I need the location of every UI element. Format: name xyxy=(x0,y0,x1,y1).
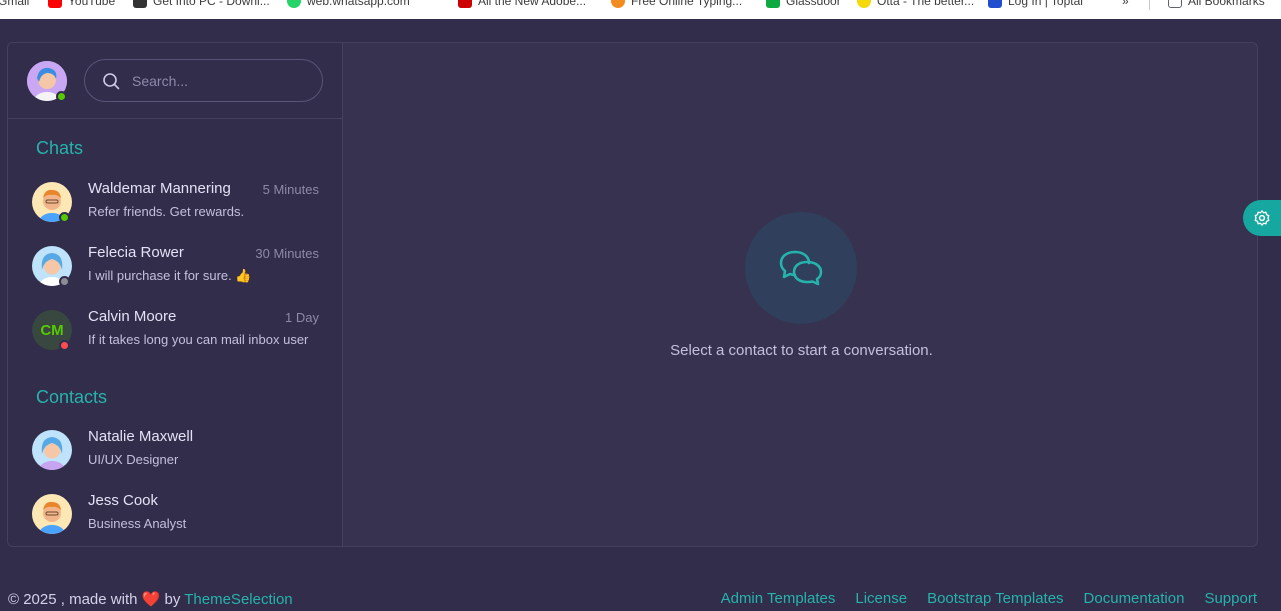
bookmark-getintopc[interactable]: Get Into PC - Downl... xyxy=(133,0,270,11)
chat-sidebar: Chats Waldemar Mannering 5 Minutes Refer… xyxy=(8,43,343,546)
bookmark-glassdoor[interactable]: Glassdoor xyxy=(766,0,841,11)
chat-time: 5 Minutes xyxy=(262,182,319,197)
user-status-dot xyxy=(56,91,67,102)
contact-name: Waldemar Mannering xyxy=(88,180,231,197)
whatsapp-icon xyxy=(287,0,301,8)
chat-item[interactable]: CM Calvin Moore 1 Day If it takes long y… xyxy=(8,302,342,358)
bookmark-typing[interactable]: Free Online Typing... xyxy=(611,0,742,11)
bookmark-label: Free Online Typing... xyxy=(631,0,743,8)
bookmark-label: Get Into PC - Downl... xyxy=(153,0,270,8)
glassdoor-icon xyxy=(766,0,780,8)
themeselection-link[interactable]: ThemeSelection xyxy=(184,591,292,608)
bookmark-label: Glassdoor xyxy=(786,0,841,8)
bookmark-gmail[interactable]: Gmail xyxy=(0,0,29,11)
bookmarks-bar: Gmail YouTube Get Into PC - Downl... web… xyxy=(0,0,1281,19)
bookmark-label: All Bookmarks xyxy=(1188,0,1265,8)
youtube-icon xyxy=(48,0,62,8)
footer-link-admin-templates[interactable]: Admin Templates xyxy=(721,590,836,607)
bookmark-label: Log In | Toptal xyxy=(1008,0,1083,8)
typing-icon xyxy=(611,0,625,8)
chat-last-message: Refer friends. Get rewards. xyxy=(88,204,245,219)
bookmark-toptal[interactable]: Log In | Toptal xyxy=(988,0,1083,11)
copyright-text: © 2025 , made with xyxy=(8,591,138,608)
start-conversation-button[interactable] xyxy=(745,212,857,324)
chat-bubbles-icon xyxy=(779,250,823,286)
status-dot-busy xyxy=(59,340,70,351)
gear-icon xyxy=(1254,210,1270,226)
footer-link-license[interactable]: License xyxy=(855,590,907,607)
toptal-icon xyxy=(988,0,1002,8)
contact-role: UI/UX Designer xyxy=(88,452,179,467)
bookmark-adobe[interactable]: All the New Adobe... xyxy=(458,0,586,11)
getintopc-icon xyxy=(133,0,147,8)
contact-item[interactable]: Jess Cook Business Analyst xyxy=(8,486,342,542)
customizer-toggle-button[interactable] xyxy=(1243,200,1281,236)
contact-name: Felecia Rower xyxy=(88,244,184,261)
otta-icon xyxy=(857,0,871,8)
conversation-placeholder: Select a contact to start a conversation… xyxy=(344,43,1257,546)
bookmark-youtube[interactable]: YouTube xyxy=(48,0,115,11)
contact-name: Calvin Moore xyxy=(88,308,177,325)
search-box[interactable] xyxy=(84,59,323,102)
contact-item[interactable]: Natalie Maxwell UI/UX Designer xyxy=(8,422,342,478)
heart-icon: ❤️ xyxy=(141,591,161,608)
bookmarks-overflow-icon[interactable]: » xyxy=(1122,0,1129,11)
chat-app-card: Chats Waldemar Mannering 5 Minutes Refer… xyxy=(7,42,1258,547)
sidebar-header xyxy=(8,43,342,119)
bookmark-label: All the New Adobe... xyxy=(478,0,587,8)
search-icon xyxy=(103,72,120,89)
welcome-message: Select a contact to start a conversation… xyxy=(670,342,933,359)
chat-last-message: I will purchase it for sure. 👍 xyxy=(88,268,252,283)
status-dot-offline xyxy=(59,276,70,287)
contact-avatar xyxy=(32,494,72,534)
adobe-icon xyxy=(458,0,472,8)
contact-name: Jess Cook xyxy=(88,492,159,509)
chat-item[interactable]: Waldemar Mannering 5 Minutes Refer frien… xyxy=(8,174,342,230)
bookmark-otta[interactable]: Otta - The better... xyxy=(857,0,974,11)
bookmark-all[interactable]: All Bookmarks xyxy=(1168,0,1265,11)
contact-role: Business Analyst xyxy=(88,516,187,531)
search-input[interactable] xyxy=(132,72,302,89)
chat-time: 1 Day xyxy=(285,310,319,325)
contact-name: Natalie Maxwell xyxy=(88,428,194,445)
bookmark-label: YouTube xyxy=(68,0,116,8)
chat-item[interactable]: Felecia Rower 30 Minutes I will purchase… xyxy=(8,238,342,294)
page-footer: © 2025 , made with ❤️ by ThemeSelection … xyxy=(0,588,1281,610)
footer-by-text: by xyxy=(164,591,181,608)
contact-avatar xyxy=(32,430,72,470)
bookmark-label: Otta - The better... xyxy=(877,0,975,8)
footer-copyright: © 2025 , made with ❤️ by ThemeSelection xyxy=(8,590,293,608)
folder-icon xyxy=(1168,0,1182,8)
contacts-section-title: Contacts xyxy=(36,387,108,407)
footer-link-support[interactable]: Support xyxy=(1204,590,1257,607)
chat-time: 30 Minutes xyxy=(255,246,319,261)
bookmarks-divider xyxy=(1149,0,1150,10)
bookmark-whatsapp[interactable]: web.whatsapp.com xyxy=(287,0,410,11)
bookmark-label: Gmail xyxy=(0,0,30,8)
chats-section-title: Chats xyxy=(36,138,84,158)
status-dot-online xyxy=(59,212,70,223)
bookmark-label: web.whatsapp.com xyxy=(307,0,410,8)
footer-links: Admin Templates License Bootstrap Templa… xyxy=(721,590,1257,607)
chat-last-message: If it takes long you can mail inbox user xyxy=(88,332,309,347)
footer-link-bootstrap-templates[interactable]: Bootstrap Templates xyxy=(927,590,1063,607)
footer-link-documentation[interactable]: Documentation xyxy=(1084,590,1185,607)
